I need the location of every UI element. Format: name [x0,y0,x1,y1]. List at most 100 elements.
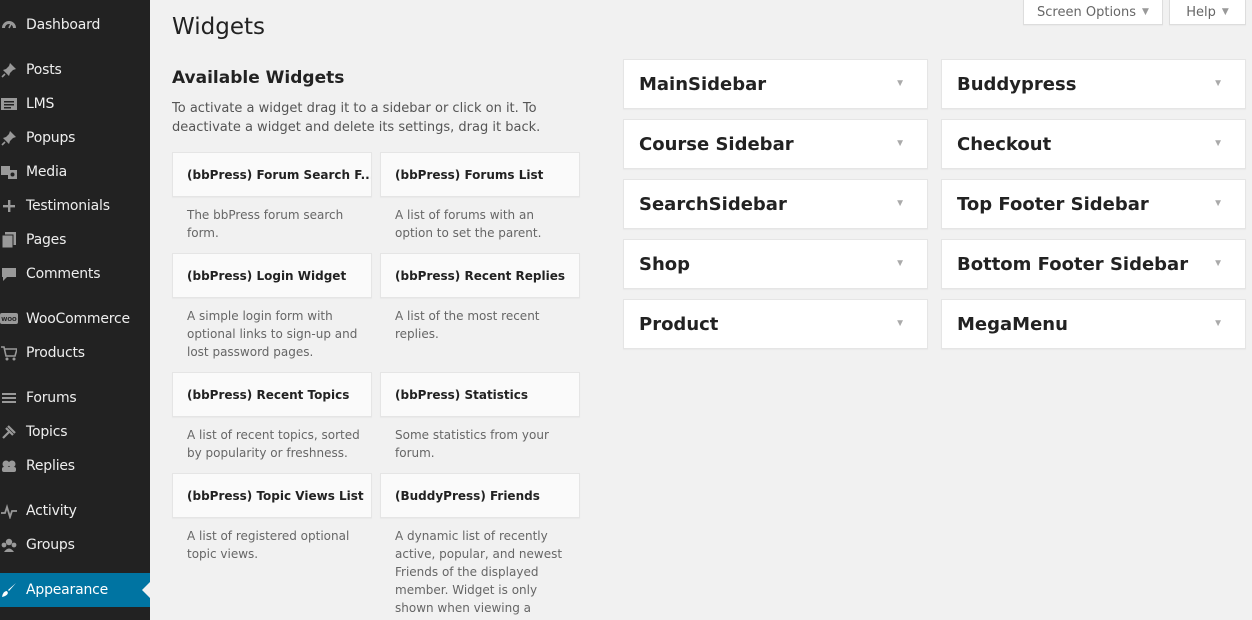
screen-options-button[interactable]: Screen Options ▼ [1023,0,1163,25]
menu-label-media: Media [26,164,68,180]
sidebar-top-footer[interactable]: Top Footer Sidebar ▼ [941,179,1246,229]
sidebar-name: Buddypress [957,73,1077,95]
sidebar-name: Top Footer Sidebar [957,193,1149,215]
menu-label-lms: LMS [26,96,55,112]
sidebar-course-sidebar[interactable]: Course Sidebar ▼ [623,119,928,169]
widget-bbpress-statistics[interactable]: (bbPress) Statistics [380,372,580,417]
plus-icon [0,197,18,215]
menu-label-comments: Comments [26,266,101,282]
menu-item-popups[interactable]: Popups [0,121,150,155]
toggle-arrow-icon[interactable]: ▼ [1213,78,1223,89]
toggle-arrow-icon[interactable]: ▼ [1213,198,1223,209]
sidebar-checkout[interactable]: Checkout ▼ [941,119,1246,169]
topics-icon [0,423,18,441]
menu-label-dashboard: Dashboard [26,17,101,33]
sidebar-name: MegaMenu [957,313,1068,335]
help-label: Help [1186,4,1216,20]
widget-bbpress-recent-topics[interactable]: (bbPress) Recent Topics [172,372,372,417]
toggle-arrow-icon[interactable]: ▼ [1213,258,1223,269]
toggle-arrow-icon[interactable]: ▼ [895,138,905,149]
toggle-arrow-icon[interactable]: ▼ [1213,138,1223,149]
menu-item-woocommerce[interactable]: WOO WooCommerce [0,302,150,336]
widget-bbpress-topic-views-list[interactable]: (bbPress) Topic Views List [172,473,372,518]
widget-title: (bbPress) Statistics [395,387,529,402]
menu-item-testimonials[interactable]: Testimonials [0,189,150,223]
cart-icon [0,344,18,362]
sidebar-name: Product [639,313,719,335]
pushpin-icon [0,61,18,79]
widget-description: A list of registered optional topic view… [187,529,350,561]
menu-label-topics: Topics [26,424,68,440]
widget-title: (bbPress) Forum Search F... [187,167,372,182]
widget-description: A list of forums with an option to set t… [395,208,542,240]
menu-item-topics[interactable]: Topics [0,415,150,449]
menu-item-lms[interactable]: LMS [0,87,150,121]
widget-bbpress-login[interactable]: (bbPress) Login Widget [172,253,372,298]
widget-bbpress-recent-replies[interactable]: (bbPress) Recent Replies [380,253,580,298]
menu-label-forums: Forums [26,390,77,406]
caret-down-icon: ▼ [1142,7,1149,17]
menu-item-pages[interactable]: Pages [0,223,150,257]
menu-item-media[interactable]: Media [0,155,150,189]
widget-buddypress-friends[interactable]: (BuddyPress) Friends [380,473,580,518]
sidebar-name: Checkout [957,133,1052,155]
menu-label-replies: Replies [26,458,75,474]
widget-title: (BuddyPress) Friends [395,488,540,503]
widget-description: The bbPress forum search form. [187,208,344,240]
menu-label-activity: Activity [26,503,77,519]
widget-title: (bbPress) Recent Topics [187,387,350,402]
available-widgets-title: Available Widgets [172,68,345,88]
replies-icon [0,457,18,475]
available-widgets-description: To activate a widget drag it to a sideba… [172,101,541,135]
menu-label-posts: Posts [26,62,62,78]
toggle-arrow-icon[interactable]: ▼ [895,78,905,89]
sidebar-name: Course Sidebar [639,133,794,155]
help-button[interactable]: Help ▼ [1169,0,1246,25]
sidebar-shop[interactable]: Shop ▼ [623,239,928,289]
menu-item-posts[interactable]: Posts [0,53,150,87]
list-icon [0,95,18,113]
widget-title: (bbPress) Recent Replies [395,268,566,283]
toggle-arrow-icon[interactable]: ▼ [1213,318,1223,329]
sidebar-searchsidebar[interactable]: SearchSidebar ▼ [623,179,928,229]
sidebar-bottom-footer[interactable]: Bottom Footer Sidebar ▼ [941,239,1246,289]
widget-description: Some statistics from your forum. [395,428,549,460]
menu-label-appearance: Appearance [26,582,109,598]
toggle-arrow-icon[interactable]: ▼ [895,258,905,269]
menu-item-dashboard[interactable]: Dashboard [0,8,150,42]
menu-label-testimonials: Testimonials [26,198,110,214]
comment-bubble-icon [0,265,18,283]
menu-item-appearance[interactable]: Appearance [0,573,150,607]
sidebar-megamenu[interactable]: MegaMenu ▼ [941,299,1246,349]
woo-icon-text: WOO [1,317,17,323]
dashboard-icon [0,16,18,34]
sidebar-buddypress[interactable]: Buddypress ▼ [941,59,1246,109]
menu-label-pages: Pages [26,232,67,248]
widget-description: A list of the most recent replies. [395,309,540,341]
menu-item-replies[interactable]: Replies [0,449,150,483]
menu-item-comments[interactable]: Comments [0,257,150,291]
widget-title: (bbPress) Login Widget [187,268,347,283]
caret-down-icon: ▼ [1221,7,1229,17]
paintbrush-icon [0,581,18,599]
widget-description: A dynamic list of recently active, popul… [395,529,563,615]
widget-bbpress-forums-list[interactable]: (bbPress) Forums List [380,152,580,197]
pages-icon [0,231,18,249]
groups-icon [0,536,18,554]
widget-title: (bbPress) Forums List [395,167,544,182]
widget-bbpress-forum-search[interactable]: (bbPress) Forum Search F... [172,152,372,197]
menu-item-products[interactable]: Products [0,336,150,370]
activity-icon [0,502,18,520]
sidebar-product[interactable]: Product ▼ [623,299,928,349]
sidebar-name: Bottom Footer Sidebar [957,253,1189,275]
toggle-arrow-icon[interactable]: ▼ [895,198,905,209]
menu-item-forums[interactable]: Forums [0,381,150,415]
sidebar-name: MainSidebar [639,73,767,95]
sidebar-mainsidebar[interactable]: MainSidebar ▼ [623,59,928,109]
menu-item-groups[interactable]: Groups [0,528,150,562]
menu-item-activity[interactable]: Activity [0,494,150,528]
admin-menu: Dashboard Posts LMS Popups Media Testimo… [0,0,150,620]
menu-label-popups: Popups [26,130,76,146]
widget-description: A simple login form with optional links … [187,309,358,359]
toggle-arrow-icon[interactable]: ▼ [895,318,905,329]
